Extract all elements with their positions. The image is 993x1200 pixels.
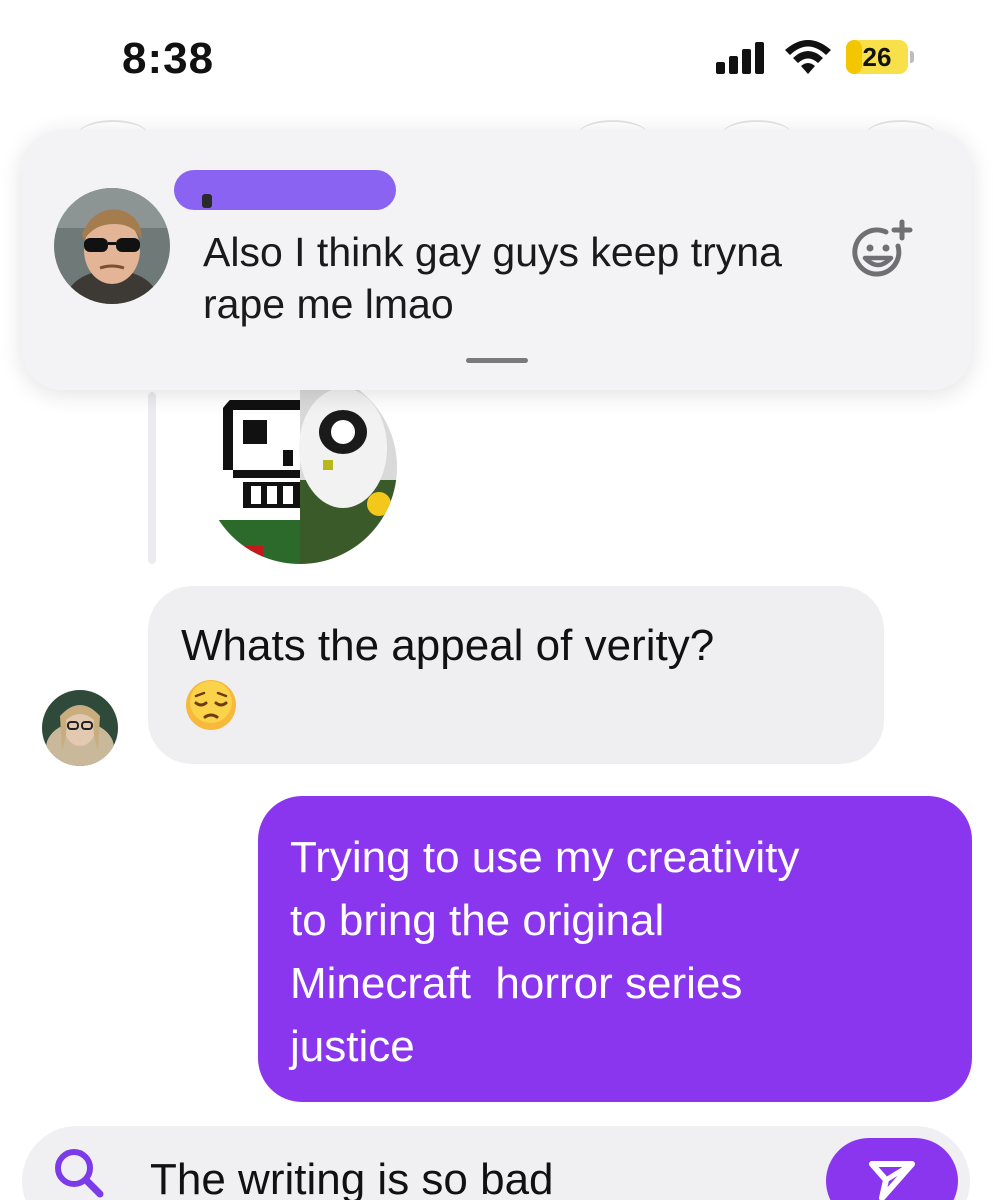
contact-avatar[interactable]	[42, 690, 118, 766]
outgoing-message-text: Trying to use my creativity to bring the…	[290, 833, 800, 1071]
reply-thread-line	[148, 392, 156, 564]
redaction-remnant	[202, 194, 212, 208]
shared-profile-image[interactable]	[203, 370, 397, 564]
add-emoji-icon[interactable]	[848, 218, 914, 284]
battery-indicator: 26	[846, 40, 914, 74]
battery-level: 26	[862, 42, 892, 72]
outgoing-message-bubble[interactable]: Trying to use my creativity to bring the…	[258, 796, 972, 1102]
wifi-icon	[785, 40, 831, 74]
battery-cap	[910, 51, 914, 63]
incoming-message-text: Whats the appeal of verity?	[181, 621, 715, 670]
notification-message: Also I think gay guys keep tryna rape me…	[203, 229, 782, 327]
pensive-emoji-icon	[184, 678, 238, 732]
incoming-message-bubble[interactable]: Whats the appeal of verity?	[148, 586, 884, 764]
banner-grabber-handle[interactable]	[466, 358, 528, 363]
send-button[interactable]	[826, 1138, 958, 1200]
search-icon[interactable]	[52, 1146, 106, 1200]
status-bar: 8:38 26	[0, 0, 993, 110]
message-input[interactable]	[150, 1150, 790, 1200]
send-icon	[869, 1161, 915, 1200]
sender-avatar	[54, 188, 170, 304]
chat-screen: 8:38 26 Whats the appeal of verity? Tryi…	[0, 0, 993, 1200]
status-time: 8:38	[122, 34, 215, 83]
message-notification-banner[interactable]: Also I think gay guys keep tryna rape me…	[22, 130, 972, 390]
message-composer	[22, 1126, 970, 1200]
cellular-signal-icon	[716, 42, 766, 74]
